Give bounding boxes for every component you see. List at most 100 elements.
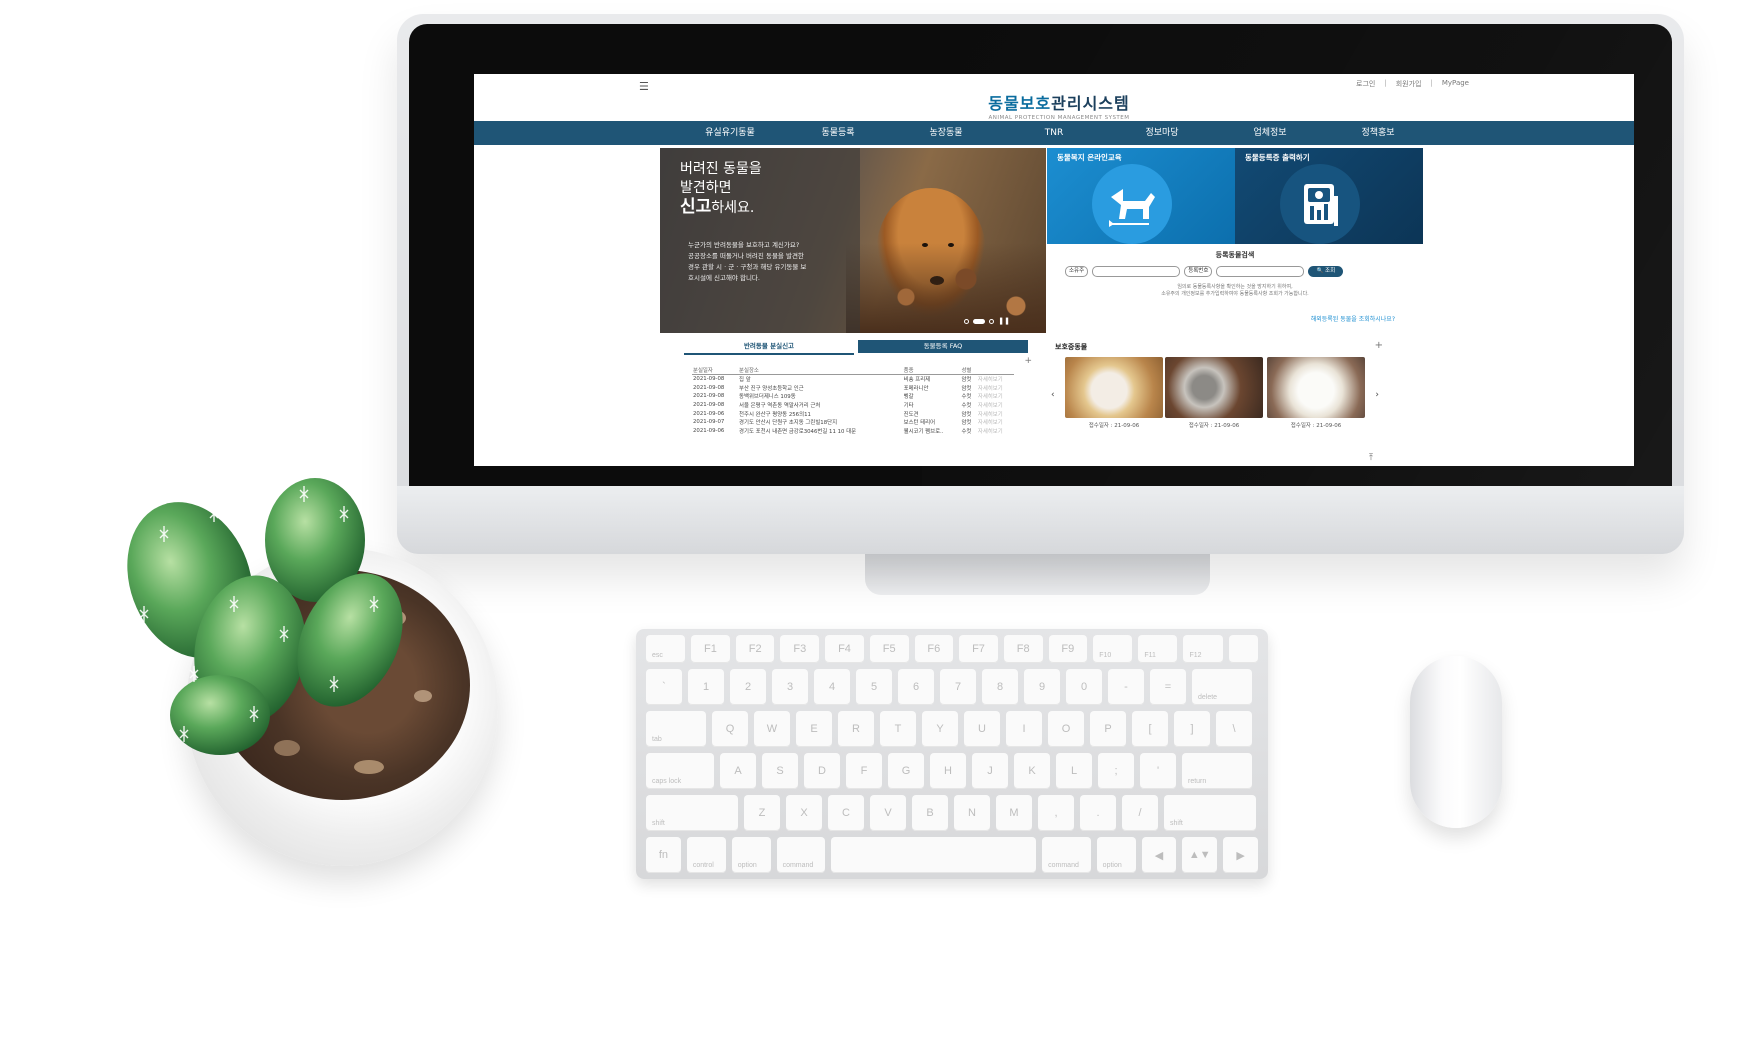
slider-dot-active[interactable] [973, 318, 986, 324]
keyboard-key: G [888, 753, 924, 789]
keyboard-key: C [828, 795, 864, 831]
tab-lost-report[interactable]: 반려동물 분실신고 [684, 340, 854, 355]
mypage-link[interactable]: MyPage [1442, 79, 1469, 89]
animal-caption: 접수일자 : 21-09-06 [1088, 423, 1140, 429]
nav-registration[interactable]: 동물등록 [784, 121, 892, 145]
slider-dot[interactable] [964, 318, 970, 324]
keyboard-key: esc [646, 635, 686, 663]
more-plus-icon[interactable]: + [1024, 356, 1032, 366]
pause-icon[interactable]: ❚❚ [998, 317, 1010, 325]
dog-education-icon [1092, 164, 1172, 244]
print-registration-tile[interactable]: 동물등록증 출력하기 [1235, 148, 1423, 244]
table-row[interactable]: 2021-09-07 경기도 안산시 단원구 초지동 그린빌18단지 보스턴 테리어… [692, 418, 1014, 427]
prev-arrow-icon[interactable]: ‹ [1051, 390, 1055, 400]
keyboard-key: F2 [735, 635, 775, 663]
reg-number-input[interactable] [1216, 266, 1305, 277]
website-screen: ☰ 로그인 | 회원가입 | MyPage 동물보호관리시스템 ANIMAL P… [474, 74, 1634, 466]
keyboard-key: F7 [959, 635, 998, 663]
online-education-tile[interactable]: 동물복지 온라인교육 [1047, 148, 1235, 244]
keyboard-key: ; [1098, 753, 1134, 789]
table-row[interactable]: 2021-09-08 동백위브더제니스 109동 벵갈 수컷 자세히보기 [692, 392, 1014, 401]
site-logo[interactable]: 동물보호관리시스템 ANIMAL PROTECTION MANAGEMENT S… [954, 90, 1164, 121]
reg-number-select[interactable]: 등록번호 [1184, 266, 1213, 277]
protected-animals: 보호중동물 + ‹ › 접수일자 : 21-09-06 접수일자 : 21-09… [1047, 340, 1387, 466]
keyboard-key: control [686, 837, 726, 873]
keyboard-key: option [1096, 837, 1136, 873]
main-nav: 유실유기동물 동물등록 농장동물 TNR 정보마당 업체정보 정책홍보 [474, 121, 1634, 145]
animal-card[interactable]: 접수일자 : 21-09-06 [1165, 357, 1263, 429]
keyboard-key: 1 [688, 669, 724, 705]
keyboard-key: U [964, 711, 1000, 747]
keyboard-key: fn [646, 837, 681, 873]
nav-lost-abandoned[interactable]: 유실유기동물 [676, 121, 784, 145]
table-row[interactable]: 2021-09-06 경기도 포천시 내촌면 금강로3046번길 11 10 대문… [692, 427, 1014, 436]
mouse [1410, 656, 1502, 828]
keyboard-key: F9 [1048, 635, 1088, 663]
hero-description: 누군가의 반려동물을 보호하고 계신가요? 공공장소를 떠돌거나 버려진 동물을… [688, 241, 807, 282]
keyboard-key: D [804, 753, 840, 789]
keyboard-key: 3 [772, 669, 808, 705]
keyboard-key: command [776, 837, 826, 873]
nav-policy[interactable]: 정책홍보 [1324, 121, 1432, 145]
slider-controls: ❚❚ [964, 317, 1010, 325]
keyboard-key [1228, 635, 1259, 663]
animal-caption: 접수일자 : 21-09-06 [1290, 423, 1342, 429]
kitten-photo [1165, 357, 1263, 418]
keyboard-key: 4 [814, 669, 850, 705]
keyboard-key: Z [744, 795, 780, 831]
keyboard-key: ▶ [1223, 837, 1258, 873]
keyboard-key: F11 [1138, 635, 1178, 663]
keyboard-key: F8 [1003, 635, 1043, 663]
keyboard-key: F12 [1183, 635, 1223, 663]
table-row[interactable]: 2021-09-06 천주시 완산구 평양동 256의11 진도견 암컷 자세히보기 [692, 409, 1014, 418]
lost-pet-table: 분실일자 분실장소 품종 성별 2021-09-08 집 앞 비숑 프리제 암컷 자세히… [692, 366, 1014, 435]
imac-bezel: ☰ 로그인 | 회원가입 | MyPage 동물보호관리시스템 ANIMAL P… [409, 24, 1672, 486]
login-link[interactable]: 로그인 [1356, 79, 1375, 89]
kitten-photo [1065, 357, 1163, 418]
keyboard-key: caps lock [646, 753, 714, 789]
scroll-top-icon[interactable]: ⤒ [1369, 453, 1373, 463]
animal-card[interactable]: 접수일자 : 21-09-06 [1065, 357, 1163, 429]
keyboard-key: R [838, 711, 874, 747]
quick-tiles: 동물복지 온라인교육 동물등록증 출력하기 [1047, 148, 1423, 244]
nav-info[interactable]: 정보마당 [1108, 121, 1216, 145]
keyboard-key: ` [646, 669, 682, 705]
owner-select[interactable]: 소유주 [1065, 266, 1089, 277]
animal-caption: 접수일자 : 21-09-06 [1188, 423, 1240, 429]
search-button[interactable]: 🔍 조회 [1308, 266, 1344, 277]
nav-tnr[interactable]: TNR [1000, 121, 1108, 145]
top-links: 로그인 | 회원가입 | MyPage [1356, 79, 1469, 89]
keyboard-key: M [996, 795, 1032, 831]
overseas-lookup-link[interactable]: 해외등록된 동물을 조회하시나요? [1311, 314, 1395, 323]
keyboard-key: Q [712, 711, 748, 747]
owner-input[interactable] [1092, 266, 1181, 277]
tile-label: 동물등록증 출력하기 [1245, 153, 1310, 162]
search-title: 등록동물검색 [1215, 251, 1255, 259]
tab-registration-faq[interactable]: 동물등록 FAQ [858, 340, 1028, 353]
nav-business[interactable]: 업체정보 [1216, 121, 1324, 145]
imac-monitor: ☰ 로그인 | 회원가입 | MyPage 동물보호관리시스템 ANIMAL P… [397, 14, 1684, 554]
table-row[interactable]: 2021-09-08 서울 은평구 역촌동 역말사거리 근처 기타 수컷 자세히보기 [692, 401, 1014, 410]
keyboard-key: P [1090, 711, 1126, 747]
signup-link[interactable]: 회원가입 [1396, 79, 1422, 89]
puppy-photo [1267, 357, 1365, 418]
keyboard-key: - [1108, 669, 1144, 705]
keyboard-key: tab [646, 711, 706, 747]
protected-title: 보호중동물 [1055, 343, 1088, 351]
col-date: 분실일자 [692, 366, 739, 375]
hero-title: 버려진 동물을 발견하면 신고하세요. [680, 161, 762, 217]
nav-farm-animals[interactable]: 농장동물 [892, 121, 1000, 145]
animal-card[interactable]: 접수일자 : 21-09-06 [1267, 357, 1365, 429]
slider-dot[interactable] [989, 318, 995, 324]
table-row[interactable]: 2021-09-08 부산 진구 양성초등학교 인근 포메라니안 암컷 자세히보기 [692, 384, 1014, 393]
hamburger-menu-icon[interactable]: ☰ [639, 80, 649, 93]
next-arrow-icon[interactable]: › [1375, 390, 1379, 400]
table-row[interactable]: 2021-09-08 집 앞 비숑 프리제 암컷 자세히보기 [692, 375, 1014, 384]
hero-banner[interactable]: 버려진 동물을 발견하면 신고하세요. 누군가의 반려동물을 보호하고 계신가요… [660, 148, 1046, 333]
more-plus-icon[interactable]: + [1375, 340, 1383, 351]
keyboard-key: F6 [914, 635, 954, 663]
keyboard-key: N [954, 795, 990, 831]
keyboard-key: ] [1174, 711, 1210, 747]
keyboard-key: \ [1216, 711, 1252, 747]
registration-card-icon [1280, 164, 1360, 244]
